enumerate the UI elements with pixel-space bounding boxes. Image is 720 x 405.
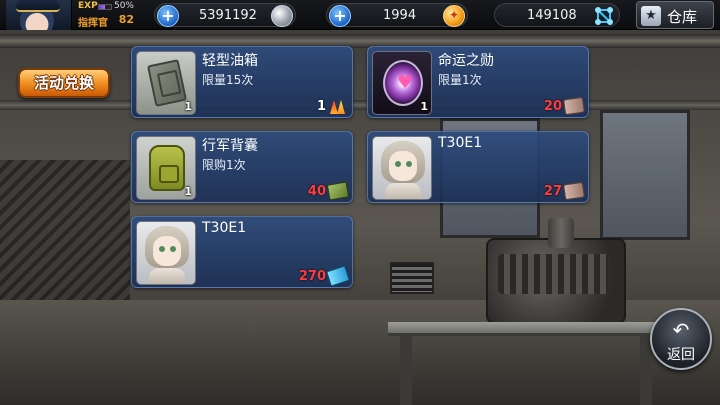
silver-value: 5391192 xyxy=(199,8,257,23)
item-count: 1 xyxy=(420,100,428,113)
price-value: 40 xyxy=(307,184,326,199)
warehouse-button[interactable]: ★ 仓库 xyxy=(636,1,714,29)
item-name: 行军背囊 xyxy=(202,138,258,154)
item-count: 1 xyxy=(184,185,192,198)
hangar-background xyxy=(0,0,720,405)
item-limit: 限量1次 xyxy=(438,73,482,87)
add-silver-button[interactable]: + xyxy=(157,5,179,27)
ticket-icon xyxy=(326,265,350,287)
item-price: 1 xyxy=(308,96,348,114)
character-portrait xyxy=(143,224,191,284)
silver-resource: + 5391192 xyxy=(154,3,296,27)
gold-coin-icon xyxy=(443,5,465,27)
exp-bar-fill xyxy=(99,5,105,9)
fate-medal-icon xyxy=(383,60,423,106)
return-arrow-icon: ↶ xyxy=(672,318,690,342)
portrait-eye xyxy=(406,161,412,167)
exp-bar xyxy=(98,4,112,10)
portrait-eye xyxy=(170,246,176,252)
backpack-icon xyxy=(149,145,185,191)
bullet-icon xyxy=(562,181,586,201)
warehouse-label: 仓库 xyxy=(667,8,698,26)
portrait-body xyxy=(385,183,421,199)
top-bar: EXP 50% 指挥官 82 + 5391192 + 1994 149108 ★… xyxy=(0,0,720,30)
window xyxy=(600,110,690,240)
portrait-eye xyxy=(395,161,401,167)
avatar-cap xyxy=(16,0,60,12)
price-value: 1 xyxy=(316,99,326,114)
item-thumbnail: 1 xyxy=(136,51,196,115)
rank-title: 指挥官 xyxy=(78,18,108,29)
player-level: 82 xyxy=(118,13,134,26)
portrait-body xyxy=(149,268,185,284)
item-thumbnail: 1 xyxy=(136,136,196,200)
item-price: 270 xyxy=(288,265,350,287)
gold-resource: + 1994 xyxy=(326,3,468,27)
character-portrait xyxy=(379,139,427,199)
item-name: T30E1 xyxy=(438,135,483,151)
molecule-icon xyxy=(595,7,613,25)
item-name: 命运之勋 xyxy=(438,53,494,69)
ceiling-beam xyxy=(0,34,720,48)
shop-item-card[interactable]: 1 命运之勋 限量1次 20 xyxy=(367,46,589,118)
price-value: 270 xyxy=(298,269,326,284)
ceiling-beam xyxy=(0,100,720,110)
item-price: 27 xyxy=(534,181,586,201)
exp-percent: 50% xyxy=(113,1,134,11)
workbench-leg xyxy=(400,336,412,405)
return-label: 返回 xyxy=(667,347,695,363)
workbench xyxy=(388,322,688,336)
item-price: 40 xyxy=(298,181,350,201)
item-name: 轻型油箱 xyxy=(202,53,258,69)
player-avatar[interactable] xyxy=(6,0,72,30)
portrait-face xyxy=(153,236,181,266)
item-price: 20 xyxy=(534,96,586,116)
exp-label: EXP xyxy=(78,1,98,11)
item-count: 1 xyxy=(184,100,192,113)
molecule-value: 149108 xyxy=(527,8,577,23)
item-thumbnail xyxy=(372,136,432,200)
gold-value: 1994 xyxy=(383,8,417,23)
exp-block: EXP 50% 指挥官 82 xyxy=(76,1,134,29)
return-button[interactable]: ↶ 返回 xyxy=(650,308,712,370)
shop-item-card[interactable]: 1 行军背囊 限购1次 40 xyxy=(131,131,353,203)
silver-coin-icon xyxy=(271,5,293,27)
item-thumbnail xyxy=(136,221,196,285)
price-value: 20 xyxy=(543,99,562,114)
flame-icon xyxy=(328,98,348,114)
engine-model xyxy=(486,218,626,324)
event-exchange-button[interactable]: 活动兑换 xyxy=(18,68,110,98)
shop-item-card[interactable]: T30E1 270 xyxy=(131,216,353,288)
molecule-resource: 149108 xyxy=(494,3,620,27)
add-gold-button[interactable]: + xyxy=(329,5,351,27)
vent-grille xyxy=(390,262,434,294)
event-exchange-label: 活动兑换 xyxy=(33,74,94,92)
bullet-icon xyxy=(562,96,586,116)
portrait-eye xyxy=(159,246,165,252)
item-limit: 限量15次 xyxy=(202,73,254,87)
star-box-icon: ★ xyxy=(641,6,661,26)
supply-box-icon xyxy=(326,181,350,201)
item-name: T30E1 xyxy=(202,220,247,236)
item-thumbnail: 1 xyxy=(372,51,432,115)
portrait-face xyxy=(389,151,417,181)
shop-item-card[interactable]: T30E1 27 xyxy=(367,131,589,203)
item-limit: 限购1次 xyxy=(202,158,246,172)
price-value: 27 xyxy=(543,184,562,199)
fuel-can-icon xyxy=(146,59,188,107)
shop-item-card[interactable]: 1 轻型油箱 限量15次 1 xyxy=(131,46,353,118)
